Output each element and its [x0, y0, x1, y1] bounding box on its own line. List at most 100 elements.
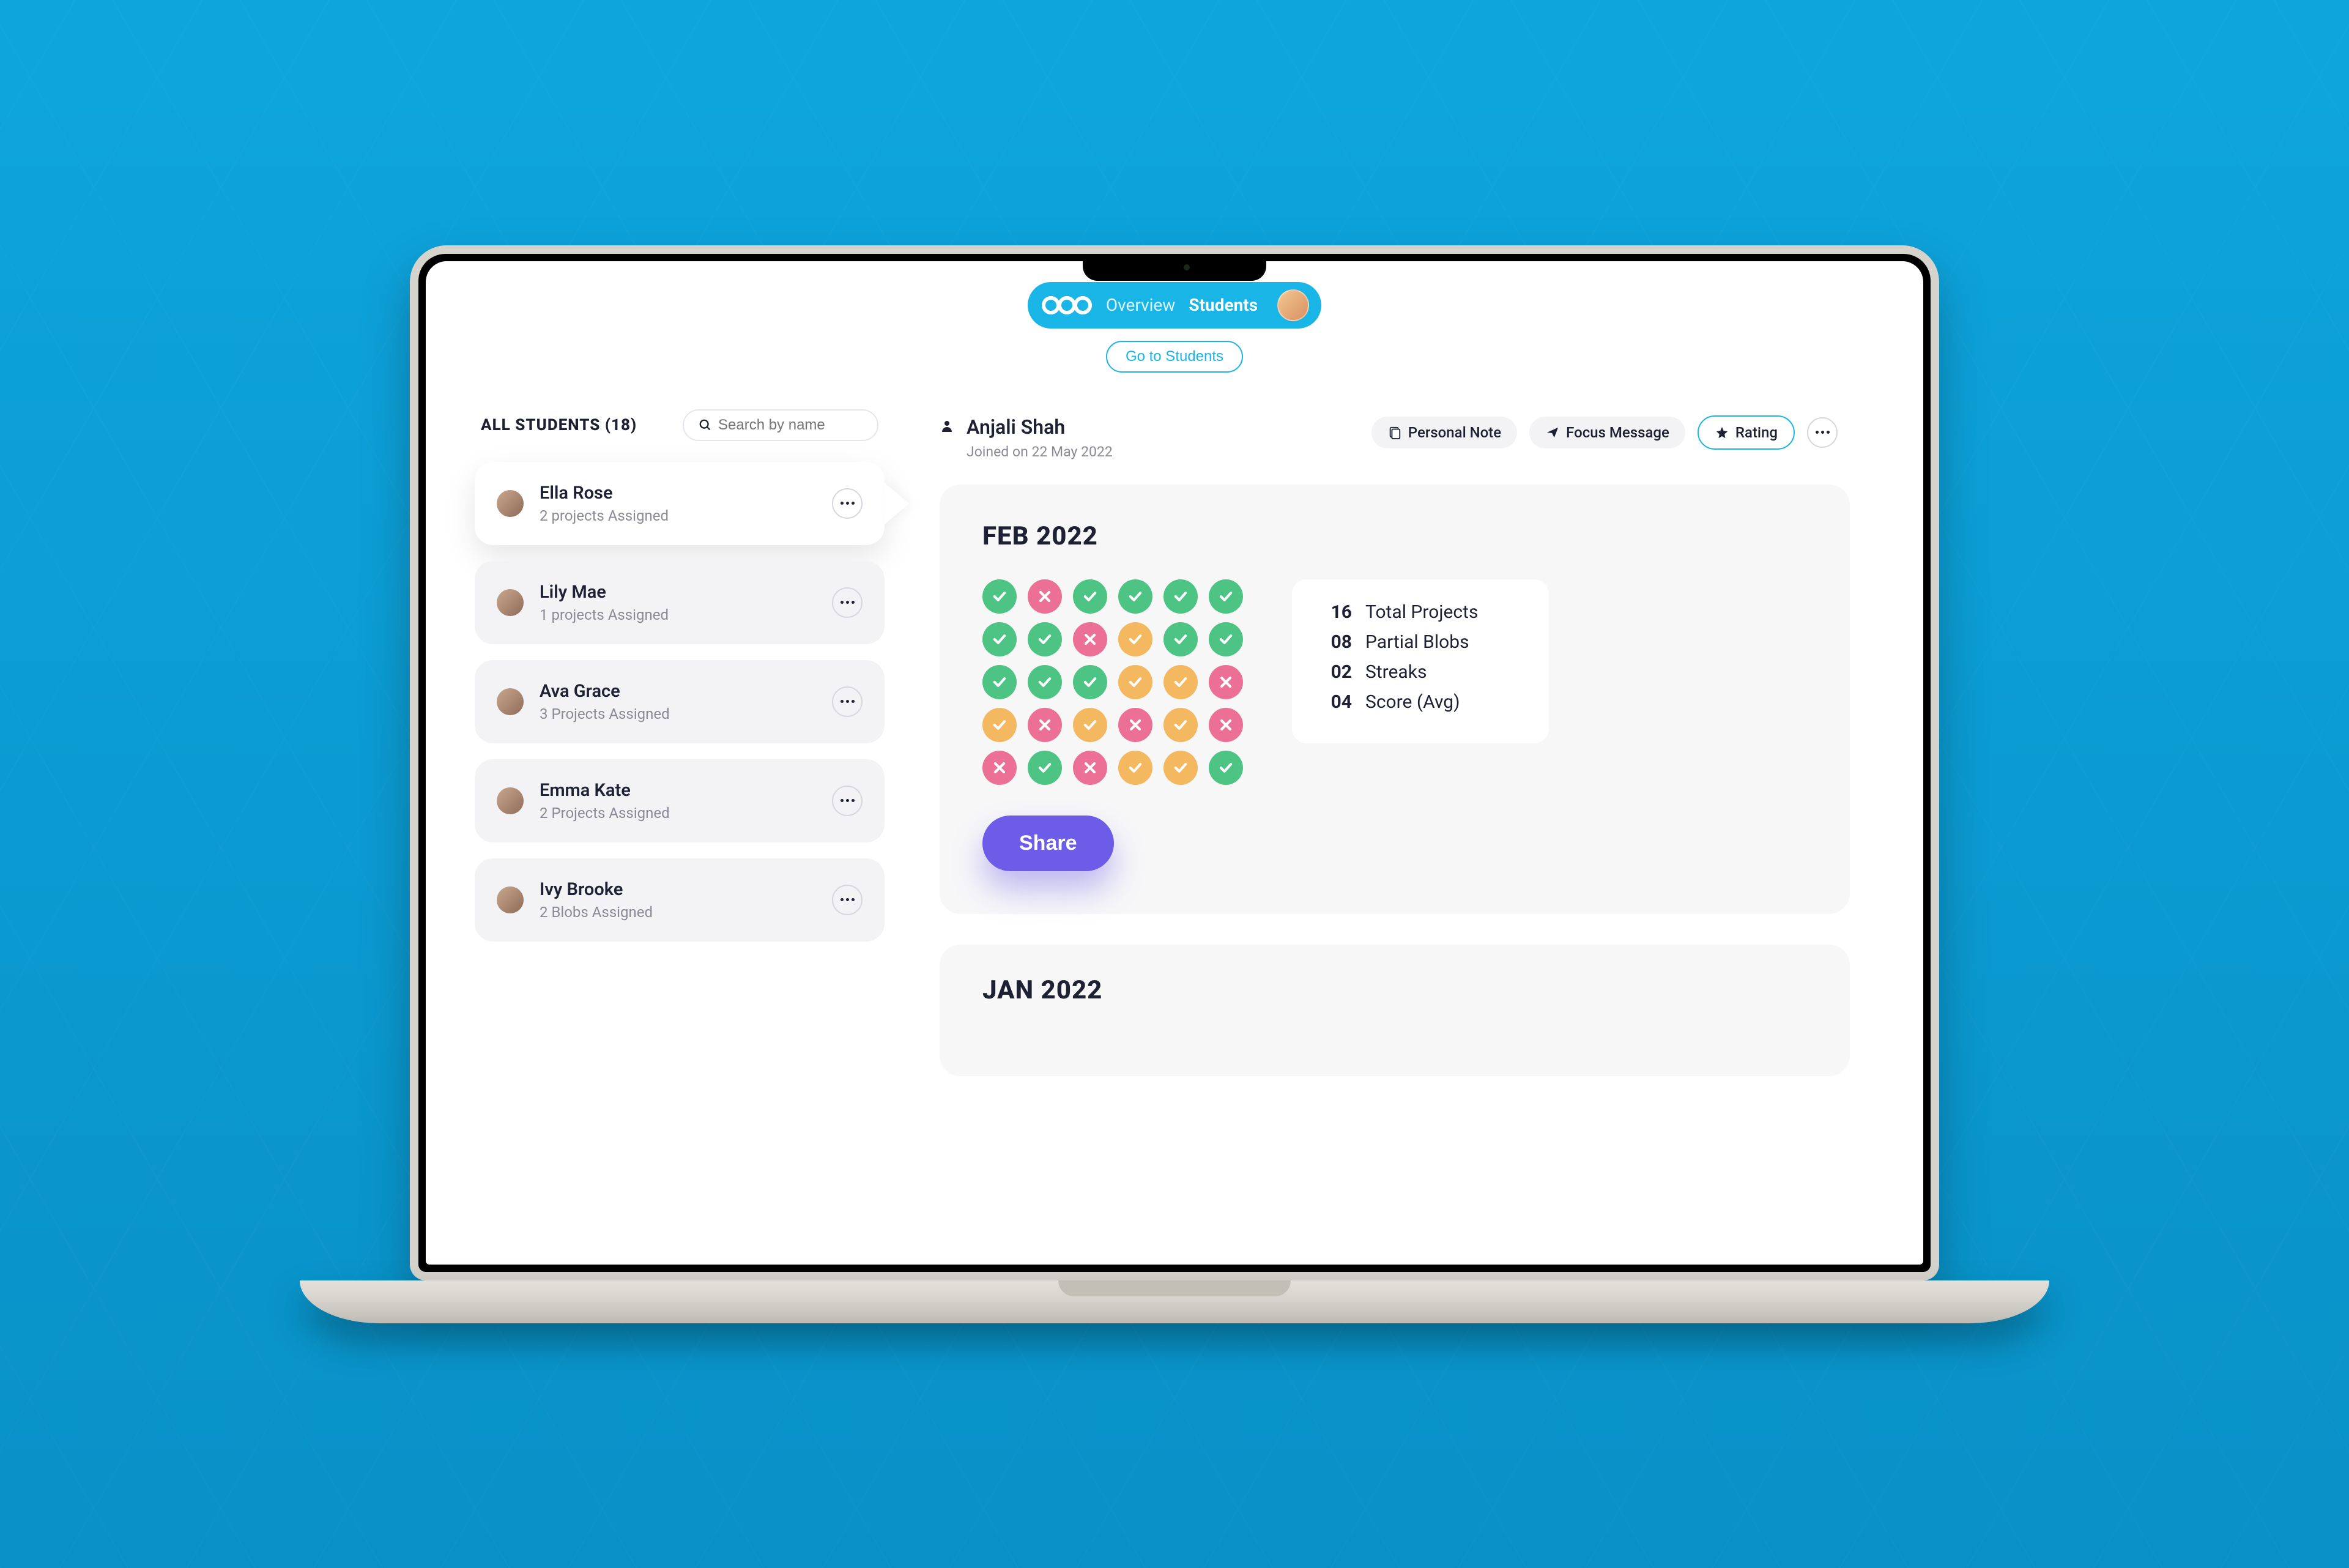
- day-partial-dot: [1118, 751, 1152, 785]
- day-complete-dot: [1118, 579, 1152, 614]
- personal-note-button[interactable]: Personal Note: [1371, 417, 1517, 448]
- day-complete-dot: [982, 665, 1017, 699]
- student-card[interactable]: Ella Rose 2 projects Assigned: [475, 462, 885, 545]
- month-body: 16 Total Projects 08Partial Blobs 02 Streaks…: [982, 579, 1807, 785]
- day-complete-dot: [1163, 622, 1198, 656]
- month-title: FEB 2022: [982, 521, 1807, 551]
- note-icon: [1387, 425, 1402, 440]
- student-card[interactable]: Ava Grace 3 Projects Assigned: [475, 660, 885, 743]
- detail-more-button[interactable]: [1807, 417, 1838, 448]
- laptop-frame: Overview Students Go to Students ALL STU…: [410, 245, 1939, 1323]
- search-input-wrapper[interactable]: [683, 409, 878, 441]
- nav-tab-overview[interactable]: Overview: [1106, 295, 1176, 315]
- day-partial-dot: [1163, 751, 1198, 785]
- share-button[interactable]: Share: [982, 816, 1114, 871]
- stat-row: 16 Total Projects: [1323, 601, 1518, 623]
- app-viewport: Overview Students Go to Students ALL STU…: [426, 261, 1923, 1265]
- screen-bezel: Overview Students Go to Students ALL STU…: [410, 245, 1939, 1280]
- day-partial-dot: [1073, 708, 1107, 742]
- sidebar-header: ALL STUDENTS (18): [475, 409, 885, 441]
- students-sidebar: ALL STUDENTS (18) Ella Rose 2 project: [475, 409, 885, 1241]
- day-partial-dot: [1118, 622, 1152, 656]
- student-more-button[interactable]: [832, 686, 863, 717]
- stat-label: Total Projects: [1365, 601, 1478, 623]
- student-name: Ava Grace: [540, 681, 816, 702]
- content-area: ALL STUDENTS (18) Ella Rose 2 project: [426, 373, 1923, 1241]
- day-partial-dot: [982, 708, 1017, 742]
- student-subtitle: 3 Projects Assigned: [540, 705, 816, 723]
- screen-inner: Overview Students Go to Students ALL STU…: [418, 254, 1931, 1272]
- month-card-feb: FEB 2022 16 Total Projects 08Partial Blobs…: [940, 485, 1850, 914]
- star-icon: [1715, 425, 1729, 440]
- day-complete-dot: [982, 579, 1017, 614]
- student-avatar: [497, 688, 524, 715]
- stat-label: Streaks: [1365, 661, 1427, 683]
- stat-row: 08Partial Blobs: [1323, 631, 1518, 653]
- student-subtitle: 2 projects Assigned: [540, 507, 816, 524]
- student-name: Lily Mae: [540, 582, 816, 603]
- student-avatar: [497, 490, 524, 517]
- stat-number: 02: [1323, 661, 1352, 683]
- stat-row: 02 Streaks: [1323, 661, 1518, 683]
- detail-actions: Personal Note Focus Message: [1371, 415, 1838, 450]
- day-missed-dot: [1209, 708, 1243, 742]
- person-icon: [940, 419, 954, 434]
- student-more-button[interactable]: [832, 587, 863, 618]
- day-missed-dot: [1209, 665, 1243, 699]
- stat-number: 04: [1323, 691, 1352, 713]
- day-complete-dot: [1073, 579, 1107, 614]
- day-missed-dot: [1073, 751, 1107, 785]
- day-missed-dot: [1073, 622, 1107, 656]
- student-info: Ivy Brooke 2 Blobs Assigned: [540, 879, 816, 921]
- student-detail-panel: Anjali Shah Joined on 22 May 2022 Person…: [915, 409, 1874, 1241]
- user-avatar[interactable]: [1277, 289, 1309, 321]
- student-name: Ivy Brooke: [540, 879, 816, 900]
- student-more-button[interactable]: [832, 885, 863, 915]
- focus-message-button[interactable]: Focus Message: [1529, 417, 1685, 448]
- nav-tab-students[interactable]: Students: [1189, 295, 1258, 315]
- stat-number: 08: [1323, 631, 1352, 653]
- student-info: Ella Rose 2 projects Assigned: [540, 483, 816, 524]
- day-complete-dot: [1028, 622, 1062, 656]
- month-stats-panel: 16 Total Projects 08Partial Blobs 02 Streaks…: [1292, 579, 1549, 743]
- app-logo-icon: [1041, 293, 1093, 318]
- go-to-students-button[interactable]: Go to Students: [1106, 341, 1243, 373]
- stat-number: 16: [1323, 601, 1352, 623]
- laptop-base: [300, 1280, 2049, 1323]
- search-input[interactable]: [718, 417, 863, 434]
- day-complete-dot: [1073, 665, 1107, 699]
- day-complete-dot: [1028, 665, 1062, 699]
- search-icon: [699, 418, 712, 433]
- detail-title-block: Anjali Shah Joined on 22 May 2022: [940, 415, 1113, 460]
- student-info: Ava Grace 3 Projects Assigned: [540, 681, 816, 723]
- rating-button[interactable]: Rating: [1698, 415, 1795, 450]
- detail-joined-date: Joined on 22 May 2022: [967, 444, 1113, 460]
- student-more-button[interactable]: [832, 488, 863, 519]
- send-icon: [1545, 425, 1560, 440]
- student-name: Ella Rose: [540, 483, 816, 503]
- student-more-button[interactable]: [832, 786, 863, 816]
- nav-pill: Overview Students: [1028, 282, 1321, 329]
- student-avatar: [497, 589, 524, 616]
- month-title-next: JAN 2022: [982, 975, 1807, 1005]
- activity-dot-grid: [982, 579, 1243, 785]
- student-list: Ella Rose 2 projects Assigned Lily Mae 1…: [475, 462, 885, 942]
- day-missed-dot: [982, 751, 1017, 785]
- detail-student-name: Anjali Shah: [967, 415, 1113, 439]
- day-partial-dot: [1118, 665, 1152, 699]
- stat-label: Score (Avg): [1365, 691, 1460, 713]
- day-complete-dot: [982, 622, 1017, 656]
- student-card[interactable]: Lily Mae 1 projects Assigned: [475, 561, 885, 644]
- student-card[interactable]: Emma Kate 2 Projects Assigned: [475, 759, 885, 842]
- day-missed-dot: [1118, 708, 1152, 742]
- student-subtitle: 1 projects Assigned: [540, 606, 816, 623]
- day-complete-dot: [1209, 751, 1243, 785]
- day-partial-dot: [1163, 665, 1198, 699]
- student-card[interactable]: Ivy Brooke 2 Blobs Assigned: [475, 858, 885, 942]
- student-info: Lily Mae 1 projects Assigned: [540, 582, 816, 623]
- day-complete-dot: [1028, 751, 1062, 785]
- student-info: Emma Kate 2 Projects Assigned: [540, 780, 816, 822]
- day-missed-dot: [1028, 579, 1062, 614]
- day-complete-dot: [1209, 579, 1243, 614]
- detail-header: Anjali Shah Joined on 22 May 2022 Person…: [915, 409, 1874, 485]
